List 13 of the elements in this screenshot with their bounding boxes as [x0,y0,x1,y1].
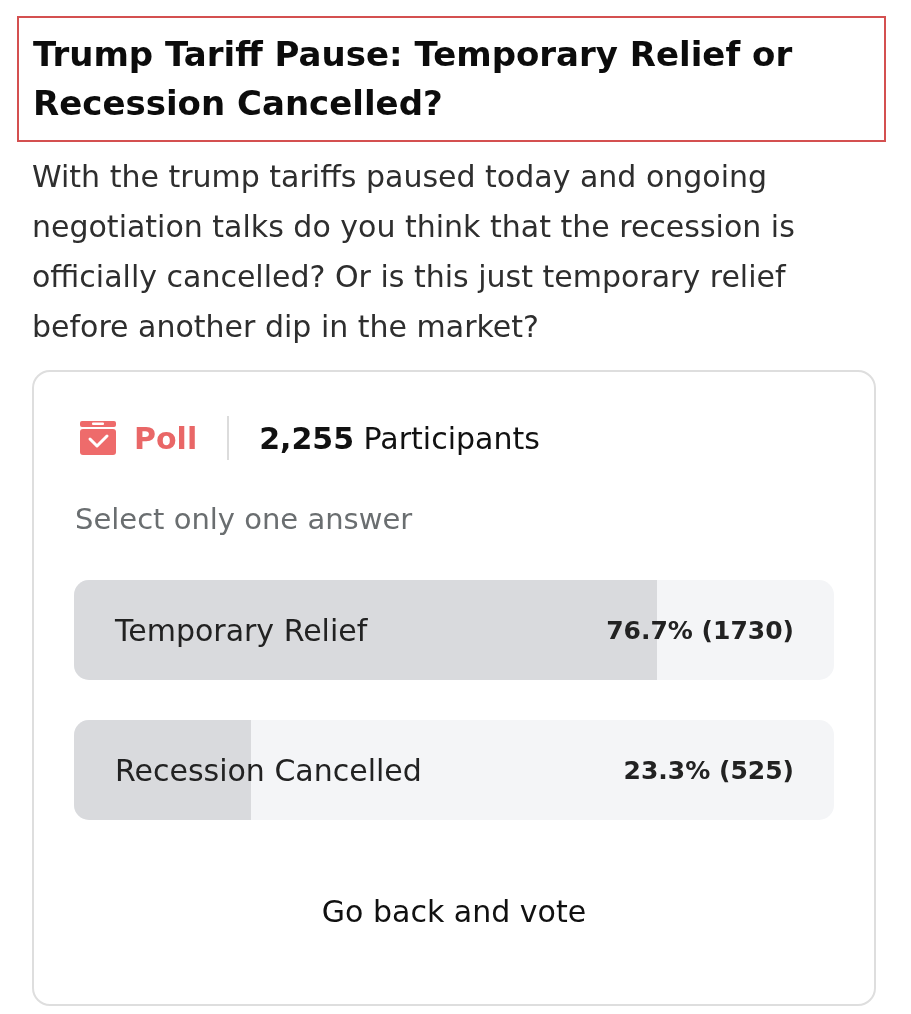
poll-instruction: Select only one answer [74,502,414,536]
article-description: With the trump tariffs paused today and ongoing negotiation talks do you think that the recession is officially cancelled? Or is this just temporary relief before another dip in the market? [32,158,796,346]
option-label: Recession Cancelled [115,752,422,788]
ballot-box-icon [80,421,116,455]
poll-option[interactable]: Recession Cancelled 23.3% (525) [74,720,834,820]
participant-count: 2,255 Participants [259,420,540,456]
option-result: 23.3% (525) [623,755,794,785]
poll-label: Poll [134,420,198,456]
option-label: Temporary Relief [115,612,368,648]
poll-option[interactable]: Temporary Relief 76.7% (1730) [74,580,834,680]
go-back-button[interactable]: Go back and vote [301,884,607,939]
option-result: 76.7% (1730) [606,615,794,645]
article-title: Trump Tariff Pause: Temporary Relief or Recession Cancelled? [17,16,886,142]
